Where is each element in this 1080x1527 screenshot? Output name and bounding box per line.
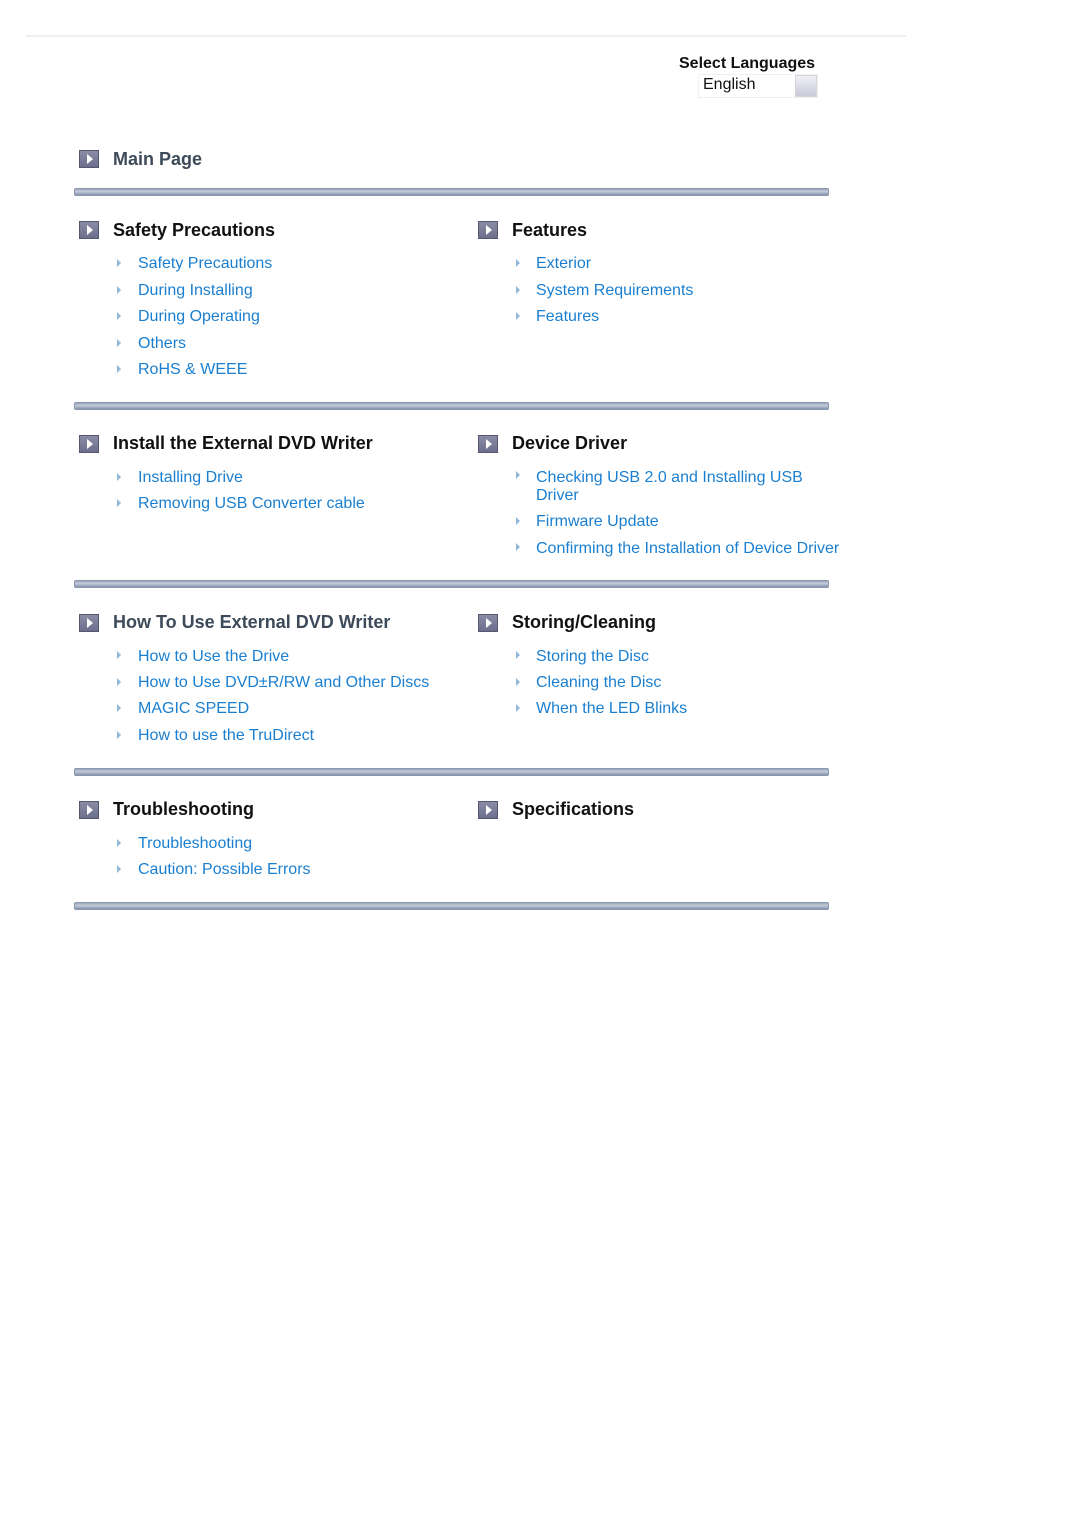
link-rohs-weee[interactable]: RoHS & WEEE — [138, 361, 247, 379]
link-removing-usb-cable[interactable]: Removing USB Converter cable — [138, 495, 365, 513]
arrow-square-icon — [478, 221, 498, 239]
link-during-installing[interactable]: During Installing — [138, 282, 253, 300]
bullet-arrow-icon — [117, 678, 121, 686]
bullet-arrow-icon — [117, 286, 121, 294]
bullet-arrow-icon — [117, 259, 121, 267]
link-confirming-installation[interactable]: Confirming the Installation of Device Dr… — [536, 540, 839, 558]
language-dropdown[interactable]: English — [698, 74, 818, 98]
section-title-install[interactable]: Install the External DVD Writer — [113, 433, 373, 454]
link-troubleshooting[interactable]: Troubleshooting — [138, 835, 252, 853]
bullet-arrow-icon — [117, 365, 121, 373]
link-led-blinks[interactable]: When the LED Blinks — [536, 700, 687, 718]
section-title-specifications[interactable]: Specifications — [512, 799, 634, 820]
link-how-to-use-drive[interactable]: How to Use the Drive — [138, 648, 289, 666]
arrow-square-icon — [478, 801, 498, 819]
link-checking-usb[interactable]: Checking USB 2.0 and Installing USB Driv… — [536, 469, 803, 505]
bullet-arrow-icon — [117, 499, 121, 507]
main-page-link[interactable]: Main Page — [113, 149, 202, 170]
section-divider — [74, 402, 829, 410]
language-selected-value: English — [703, 76, 756, 93]
bullet-arrow-icon — [117, 704, 121, 712]
bullet-arrow-icon — [516, 678, 520, 686]
link-safety-precautions[interactable]: Safety Precautions — [138, 255, 272, 273]
link-storing-disc[interactable]: Storing the Disc — [536, 648, 649, 666]
section-divider — [74, 188, 829, 196]
link-during-operating[interactable]: During Operating — [138, 308, 260, 326]
language-selector: Select Languages English — [679, 55, 818, 98]
section-divider — [74, 580, 829, 588]
arrow-square-icon — [79, 801, 99, 819]
link-installing-drive[interactable]: Installing Drive — [138, 469, 243, 487]
bullet-arrow-icon — [117, 312, 121, 320]
link-checking-usb-line2: Driver — [536, 487, 579, 504]
link-how-to-use-discs[interactable]: How to Use DVD±R/RW and Other Discs — [138, 674, 429, 692]
section-title-how-to-use[interactable]: How To Use External DVD Writer — [113, 612, 390, 633]
section-divider — [74, 902, 829, 910]
arrow-square-icon — [79, 614, 99, 632]
bullet-arrow-icon — [516, 286, 520, 294]
link-others[interactable]: Others — [138, 335, 186, 353]
bullet-arrow-icon — [516, 259, 520, 267]
section-title-troubleshooting[interactable]: Troubleshooting — [113, 799, 254, 820]
dropdown-button-icon[interactable] — [795, 75, 817, 97]
language-selector-label: Select Languages — [679, 55, 816, 72]
arrow-square-icon — [478, 435, 498, 453]
section-title-features[interactable]: Features — [512, 220, 587, 241]
link-exterior[interactable]: Exterior — [536, 255, 591, 273]
bullet-arrow-icon — [117, 339, 121, 347]
bullet-arrow-icon — [516, 651, 520, 659]
link-trudirect[interactable]: How to use the TruDirect — [138, 727, 314, 745]
arrow-square-icon — [79, 150, 99, 168]
arrow-square-icon — [478, 614, 498, 632]
bullet-arrow-icon — [117, 865, 121, 873]
bullet-arrow-icon — [516, 704, 520, 712]
link-features[interactable]: Features — [536, 308, 599, 326]
bullet-arrow-icon — [516, 312, 520, 320]
bullet-arrow-icon — [117, 651, 121, 659]
link-magic-speed[interactable]: MAGIC SPEED — [138, 700, 249, 718]
bullet-arrow-icon — [117, 731, 121, 739]
link-checking-usb-line1: Checking USB 2.0 and Installing USB — [536, 469, 803, 486]
bullet-arrow-icon — [516, 471, 520, 479]
section-divider — [74, 768, 829, 776]
bullet-arrow-icon — [516, 543, 520, 551]
arrow-square-icon — [79, 435, 99, 453]
arrow-square-icon — [79, 221, 99, 239]
link-system-requirements[interactable]: System Requirements — [536, 282, 693, 300]
bullet-arrow-icon — [117, 473, 121, 481]
section-title-device-driver[interactable]: Device Driver — [512, 433, 627, 454]
bullet-arrow-icon — [516, 517, 520, 525]
top-divider — [26, 35, 906, 37]
link-cleaning-disc[interactable]: Cleaning the Disc — [536, 674, 661, 692]
link-possible-errors[interactable]: Caution: Possible Errors — [138, 861, 311, 879]
link-firmware-update[interactable]: Firmware Update — [536, 513, 659, 531]
bullet-arrow-icon — [117, 839, 121, 847]
section-title-safety[interactable]: Safety Precautions — [113, 220, 275, 241]
section-title-storing-cleaning[interactable]: Storing/Cleaning — [512, 612, 656, 633]
